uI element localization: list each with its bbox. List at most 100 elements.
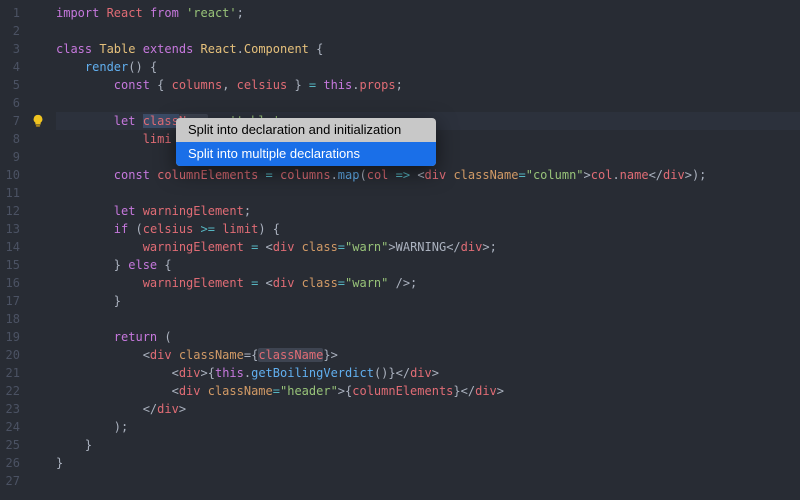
code-token: return: [114, 330, 165, 344]
line-number: 3: [4, 40, 20, 58]
code-token: let: [114, 114, 143, 128]
code-token: div: [179, 366, 201, 380]
code-token: 'react': [186, 6, 237, 20]
code-line[interactable]: </div>: [56, 400, 800, 418]
code-line[interactable]: [56, 22, 800, 40]
code-line[interactable]: return (: [56, 328, 800, 346]
code-token: class: [302, 240, 338, 254]
code-token: .: [612, 168, 619, 182]
code-token: [56, 60, 85, 74]
code-token: =: [273, 384, 280, 398]
code-token: render: [85, 60, 128, 74]
code-line[interactable]: class Table extends React.Component {: [56, 40, 800, 58]
code-line[interactable]: <div>{this.getBoilingVerdict()}</div>: [56, 364, 800, 382]
code-token: =>: [396, 168, 418, 182]
gutter-icon-empty: [28, 364, 48, 382]
code-token: =: [338, 276, 345, 290]
line-number: 7: [4, 112, 20, 130]
code-token: columnElements: [157, 168, 265, 182]
gutter-icon-empty: [28, 202, 48, 220]
gutter-icon-empty: [28, 346, 48, 364]
code-token: let: [114, 204, 143, 218]
code-token: ,: [222, 78, 236, 92]
code-line[interactable]: import React from 'react';: [56, 4, 800, 22]
code-token: div: [663, 168, 685, 182]
code-token: const: [114, 78, 157, 92]
code-token: if: [114, 222, 136, 236]
code-line[interactable]: render() {: [56, 58, 800, 76]
gutter-icon-empty: [28, 418, 48, 436]
code-token: (: [135, 222, 142, 236]
code-token: [56, 240, 143, 254]
code-token: [56, 78, 114, 92]
code-line[interactable]: if (celsius >= limit) {: [56, 220, 800, 238]
code-token: col: [591, 168, 613, 182]
code-line[interactable]: [56, 472, 800, 490]
code-token: =: [266, 168, 280, 182]
code-line[interactable]: let warningElement;: [56, 202, 800, 220]
code-line[interactable]: <div className={className}>: [56, 346, 800, 364]
code-token: div: [425, 168, 454, 182]
gutter-icon-empty: [28, 184, 48, 202]
code-token: "warn": [345, 240, 388, 254]
code-line[interactable]: [56, 310, 800, 328]
code-line[interactable]: <div className="header">{columnElements}…: [56, 382, 800, 400]
code-token: columnElements: [352, 384, 453, 398]
intention-action-item[interactable]: Split into declaration and initializatio…: [176, 118, 436, 142]
code-token: () {: [128, 60, 157, 74]
code-line[interactable]: }: [56, 436, 800, 454]
code-token: [56, 222, 114, 236]
code-line[interactable]: const { columns, celsius } = this.props;: [56, 76, 800, 94]
gutter-icon-empty: [28, 382, 48, 400]
code-token: React: [107, 6, 150, 20]
code-line[interactable]: const columnElements = columns.map(col =…: [56, 166, 800, 184]
line-number: 11: [4, 184, 20, 202]
gutter-icon-empty: [28, 220, 48, 238]
code-line[interactable]: warningElement = <div class="warn">WARNI…: [56, 238, 800, 256]
code-line[interactable]: } else {: [56, 256, 800, 274]
code-token: "warn": [345, 276, 396, 290]
code-token: celsius: [237, 78, 295, 92]
code-token: <: [56, 366, 179, 380]
gutter-icon-empty: [28, 328, 48, 346]
code-line[interactable]: }: [56, 454, 800, 472]
code-line[interactable]: [56, 184, 800, 202]
code-token: ) {: [258, 222, 280, 236]
code-token: >=: [201, 222, 223, 236]
code-token: limi: [143, 132, 172, 146]
code-token: div: [157, 402, 179, 416]
intention-action-item[interactable]: Split into multiple declarations: [176, 142, 436, 166]
code-token: limit: [222, 222, 258, 236]
code-token: =: [518, 168, 525, 182]
code-token: [56, 276, 143, 290]
gutter-icon-empty: [28, 238, 48, 256]
code-line[interactable]: warningElement = <div class="warn" />;: [56, 274, 800, 292]
code-token: =: [338, 240, 345, 254]
code-token: >: [388, 240, 395, 254]
intention-actions-popup[interactable]: Split into declaration and initializatio…: [176, 118, 436, 166]
gutter-icon-empty: [28, 58, 48, 76]
code-token: React: [201, 42, 237, 56]
code-line[interactable]: );: [56, 418, 800, 436]
code-line[interactable]: }: [56, 292, 800, 310]
line-number: 13: [4, 220, 20, 238]
code-token: }: [56, 258, 128, 272]
code-token: class: [302, 276, 338, 290]
code-token: <: [266, 276, 273, 290]
code-token: columns: [280, 168, 331, 182]
code-token: else: [128, 258, 164, 272]
code-token: class: [56, 42, 99, 56]
code-token: import: [56, 6, 107, 20]
gutter-icon-empty: [28, 454, 48, 472]
gutter-icon-empty: [28, 292, 48, 310]
code-token: ;: [244, 204, 251, 218]
code-area[interactable]: import React from 'react'; class Table ex…: [48, 0, 800, 500]
code-editor[interactable]: 1234567891011121314151617181920212223242…: [0, 0, 800, 500]
code-token: }: [56, 456, 63, 470]
line-number: 4: [4, 58, 20, 76]
code-line[interactable]: [56, 94, 800, 112]
line-number: 27: [4, 472, 20, 490]
code-token: Component: [244, 42, 316, 56]
gutter-icon-empty: [28, 22, 48, 40]
intention-bulb-icon[interactable]: [28, 112, 48, 130]
